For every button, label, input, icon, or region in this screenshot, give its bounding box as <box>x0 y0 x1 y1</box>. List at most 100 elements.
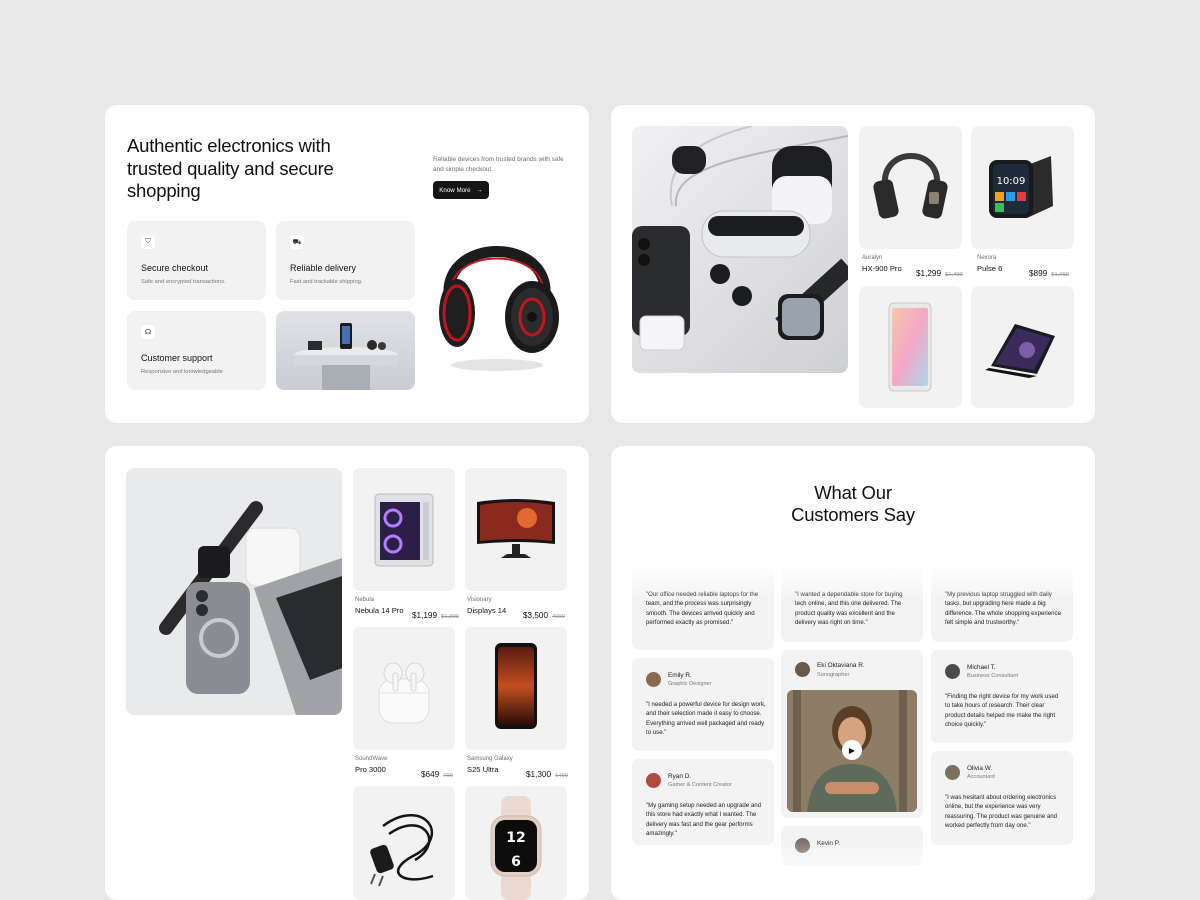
product-old-price: 4000 <box>552 614 565 620</box>
testimonial-name: Olivia W. <box>967 765 993 772</box>
accessories-flatlay-image <box>126 468 342 715</box>
showroom-image <box>276 311 415 390</box>
testimonial-card: "I wanted a dependable store for buying … <box>781 566 923 642</box>
earbuds-image <box>378 662 430 724</box>
headphones-image <box>873 153 948 219</box>
feature-customer-support: ☊ Customer support Responsive and knowle… <box>127 311 266 390</box>
hero-panel: Authentic electronics with trusted quali… <box>105 105 589 423</box>
laptop-image <box>985 324 1055 378</box>
testimonial-card: Emily R. Graphic Designer "I needed a po… <box>632 658 774 751</box>
product-card-image[interactable] <box>971 286 1074 408</box>
know-more-label: Know More <box>439 186 471 194</box>
feature-desc: Responsive and knowledgeable <box>141 369 223 375</box>
testimonial-card: Kevin P. <box>781 826 923 866</box>
product-price-row: $1,300 1499 <box>526 764 568 782</box>
product-name: Pulse 6 <box>977 264 1003 273</box>
title-line-1: What Our <box>814 482 892 503</box>
product-card-image[interactable] <box>465 468 567 591</box>
product-card-image[interactable] <box>353 468 455 591</box>
product-card-image[interactable]: 12 6 <box>465 786 567 900</box>
feature-title: Reliable delivery <box>290 263 357 273</box>
testimonial-quote: "I needed a powerful device for design w… <box>646 701 766 736</box>
product-price: $899 <box>1029 269 1048 278</box>
feature-title: Secure checkout <box>141 263 209 273</box>
testimonials-panel: What Our Customers Say "Our office neede… <box>611 446 1095 900</box>
product-old-price: $1,499 <box>945 272 963 278</box>
testimonial-quote: "My gaming setup needed an upgrade and t… <box>646 802 761 837</box>
product-name: Displays 14 <box>467 606 507 615</box>
charger-image <box>370 814 434 887</box>
product-old-price: $1,099 <box>1051 272 1069 278</box>
monitor-image <box>477 499 555 558</box>
testimonials-title: What Our Customers Say <box>611 482 1095 526</box>
testimonial-quote: "I wanted a dependable store for buying … <box>795 591 903 626</box>
avatar <box>945 664 960 679</box>
smartwatch-image: 10:09 <box>989 156 1053 218</box>
product-name: Nebula 14 Pro <box>355 606 404 615</box>
svg-text:12: 12 <box>506 830 525 846</box>
testimonial-role: Accountant <box>967 774 995 780</box>
product-brand: Nexora <box>977 255 997 261</box>
product-card-image[interactable] <box>859 126 962 249</box>
know-more-button[interactable]: Know More → <box>433 181 489 199</box>
product-old-price: $1,399 <box>441 614 459 620</box>
svg-text:10:09: 10:09 <box>997 176 1026 187</box>
video-thumbnail[interactable]: ▶ <box>787 690 917 812</box>
product-name: HX-900 Pro <box>862 264 902 273</box>
play-icon[interactable]: ▶ <box>842 740 862 760</box>
product-brand: Samsung Galaxy <box>467 756 513 762</box>
testimonial-video-card: Eki Oktaviana R. Sonographer ▶ <box>781 650 923 818</box>
testimonial-name: Ryan D. <box>668 773 692 780</box>
testimonial-quote: "Our office needed reliable laptops for … <box>646 591 759 626</box>
testimonial-name: Eki Oktaviana R. <box>817 662 865 669</box>
testimonial-name: Emily R. <box>668 672 692 679</box>
feature-secure-checkout: ⛉ Secure checkout Safe and encrypted tra… <box>127 221 266 300</box>
testimonial-name: Michael T. <box>967 664 996 671</box>
product-price: $1,300 <box>526 770 552 779</box>
avatar <box>795 662 810 677</box>
product-card-image[interactable] <box>353 786 455 900</box>
product-brand: Auralyn <box>862 255 883 261</box>
product-old-price: 1499 <box>555 773 568 779</box>
product-card-image[interactable] <box>859 286 962 408</box>
testimonial-card: "Our office needed reliable laptops for … <box>632 566 774 650</box>
products-panel-top: Auralyn HX-900 Pro $1,299 $1,499 10:09 Ne… <box>611 105 1095 423</box>
product-card-image[interactable]: 10:09 <box>971 126 1074 249</box>
avatar <box>795 838 810 853</box>
testimonial-name: Kevin P. <box>817 840 840 847</box>
product-card-image[interactable] <box>465 627 567 750</box>
testimonial-role: Graphic Designer <box>668 681 712 687</box>
product-price: $649 <box>421 770 440 779</box>
testimonial-role: Business Consultant <box>967 673 1018 679</box>
avatar <box>646 672 661 687</box>
headphones-image <box>427 217 567 377</box>
testimonial-card: Michael T. Business Consultant "Finding … <box>931 650 1073 743</box>
avatar <box>646 773 661 788</box>
product-price: $1,299 <box>916 269 942 278</box>
testimonial-quote: "My previous laptop struggled with daily… <box>945 591 1061 626</box>
pc-case-image <box>374 493 434 567</box>
products-panel-bottom: Nebula Nebula 14 Pro $1,199 $1,399 Vision… <box>105 446 589 900</box>
feature-title: Customer support <box>141 353 213 363</box>
shield-check-icon: ⛉ <box>141 235 155 249</box>
hero-title: Authentic electronics with trusted quali… <box>127 135 334 201</box>
product-name: S25 Ultra <box>467 765 499 774</box>
product-name: Pro 3000 <box>355 765 386 774</box>
testimonial-quote: "Finding the right device for my work us… <box>945 693 1059 728</box>
testimonial-quote: "I was hesitant about ordering electroni… <box>945 794 1058 829</box>
phone-image <box>495 643 537 729</box>
product-card-image[interactable] <box>353 627 455 750</box>
product-old-price: 799 <box>443 773 453 779</box>
truck-icon: ⛟ <box>290 235 304 249</box>
product-brand: Visionary <box>467 597 492 603</box>
product-price: $3,500 <box>523 611 549 620</box>
devices-flatlay-image <box>632 126 848 373</box>
product-price-row: $899 $1,099 <box>1029 263 1069 281</box>
headset-icon: ☊ <box>141 325 155 339</box>
hero-subtitle: Reliable devices from trusted brands wit… <box>433 156 564 173</box>
testimonial-role: Gamer & Content Creator <box>668 782 732 788</box>
feature-desc: Fast and trackable shipping. <box>290 279 363 285</box>
testimonial-card: "My previous laptop struggled with daily… <box>931 566 1073 642</box>
product-price: $1,199 <box>412 611 438 620</box>
avatar <box>945 765 960 780</box>
